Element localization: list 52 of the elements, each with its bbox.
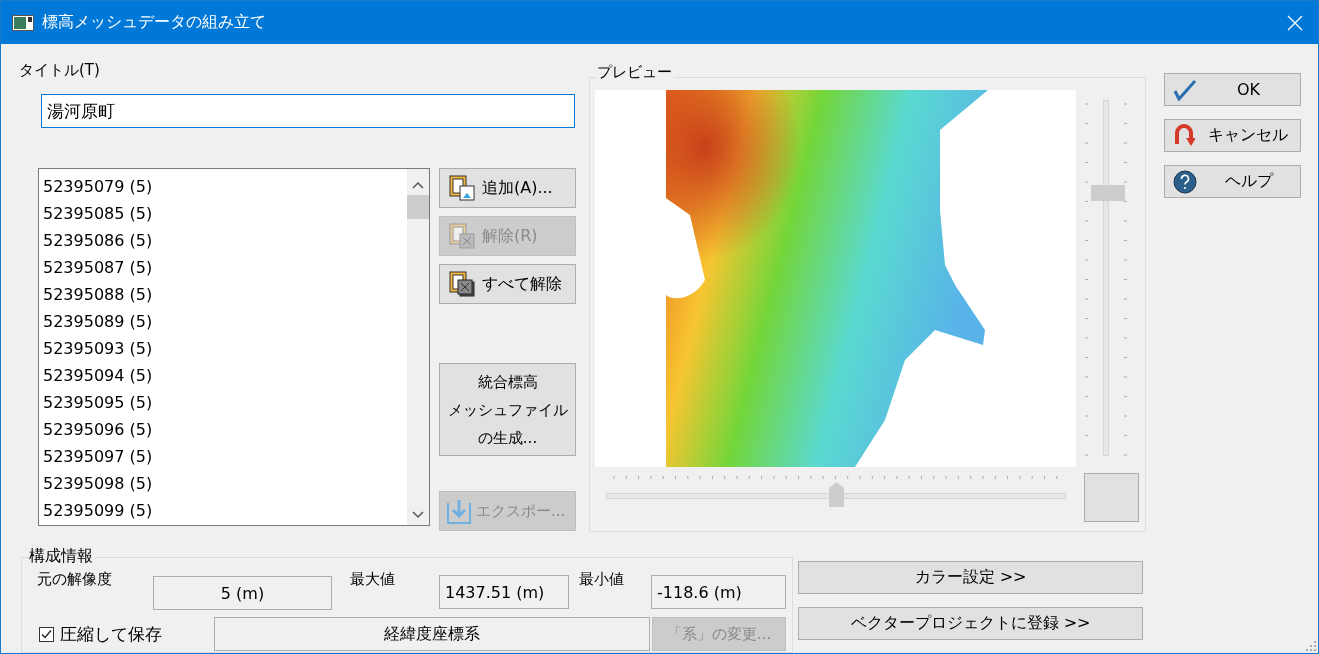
clipboards-cross-icon <box>448 270 476 298</box>
mesh-list-item[interactable]: 52395087 (5) <box>42 254 407 281</box>
scroll-down-icon[interactable] <box>412 511 424 519</box>
vertical-slider-thumb[interactable] <box>1091 185 1125 202</box>
remove-all-button[interactable]: すべて解除 <box>439 264 576 304</box>
add-button[interactable]: 追加(A)... <box>439 168 576 208</box>
mesh-list-item[interactable]: 52395096 (5) <box>42 416 407 443</box>
max-field: 1437.51 (m) <box>439 575 569 609</box>
help-button[interactable]: ヘルプ <box>1164 165 1301 198</box>
scrollbar-thumb[interactable] <box>407 195 429 219</box>
coordinate-system-field: 経緯度座標系 <box>214 617 650 651</box>
scrollbar[interactable] <box>407 169 429 525</box>
mesh-list-item[interactable]: 52395086 (5) <box>42 227 407 254</box>
config-label: 構成情報 <box>29 546 95 567</box>
compress-label: 圧縮して保存 <box>60 623 162 646</box>
min-label: 最小値 <box>579 570 624 589</box>
scroll-up-icon[interactable] <box>412 181 424 189</box>
checkmark-icon <box>1173 78 1197 101</box>
download-arrow-icon <box>446 497 472 525</box>
color-swatch[interactable] <box>1084 473 1139 522</box>
compress-checkbox[interactable] <box>39 627 54 642</box>
app-icon <box>12 14 34 31</box>
ok-button[interactable]: OK <box>1164 73 1301 106</box>
resize-grip-icon[interactable] <box>1306 641 1316 651</box>
resolution-field: 5 (m) <box>153 576 332 610</box>
action-button[interactable]: ベクタープロジェクトに登録 >> <box>798 607 1143 640</box>
mesh-list-item[interactable]: 52395095 (5) <box>42 389 407 416</box>
action-button[interactable]: カラー設定 >> <box>798 561 1143 594</box>
cancel-button[interactable]: キャンセル <box>1164 119 1301 152</box>
resolution-label: 元の解像度 <box>37 570 112 589</box>
help-icon <box>1173 169 1197 194</box>
u-turn-arrow-icon <box>1173 123 1195 148</box>
horizontal-slider-thumb[interactable] <box>829 482 844 507</box>
clipboard-cross-icon <box>448 222 476 250</box>
preview-label: プレビュー <box>597 63 674 82</box>
mesh-list-item[interactable]: 52395079 (5) <box>42 173 407 200</box>
mesh-list-item[interactable]: 52395094 (5) <box>42 362 407 389</box>
close-icon[interactable] <box>1287 14 1303 31</box>
max-label: 最大値 <box>350 570 395 589</box>
title-label: タイトル(T) <box>19 61 100 80</box>
mesh-list-item[interactable]: 52395093 (5) <box>42 335 407 362</box>
mesh-list-item[interactable]: 52395097 (5) <box>42 443 407 470</box>
clipboard-picture-icon <box>448 174 476 202</box>
mesh-list-item[interactable]: 52395088 (5) <box>42 281 407 308</box>
mesh-list-item[interactable]: 52395089 (5) <box>42 308 407 335</box>
mesh-list-item[interactable]: 52395099 (5) <box>42 497 407 524</box>
mesh-list-item[interactable]: 52395085 (5) <box>42 200 407 227</box>
mesh-list-item[interactable]: 52395098 (5) <box>42 470 407 497</box>
min-field: -118.6 (m) <box>651 575 786 609</box>
title-input-field[interactable]: 湯河原町 <box>41 94 575 128</box>
generate-button[interactable]: 統合標高 メッシュファイル の生成... <box>439 363 576 456</box>
window-title: 標高メッシュデータの組み立て <box>42 12 267 33</box>
